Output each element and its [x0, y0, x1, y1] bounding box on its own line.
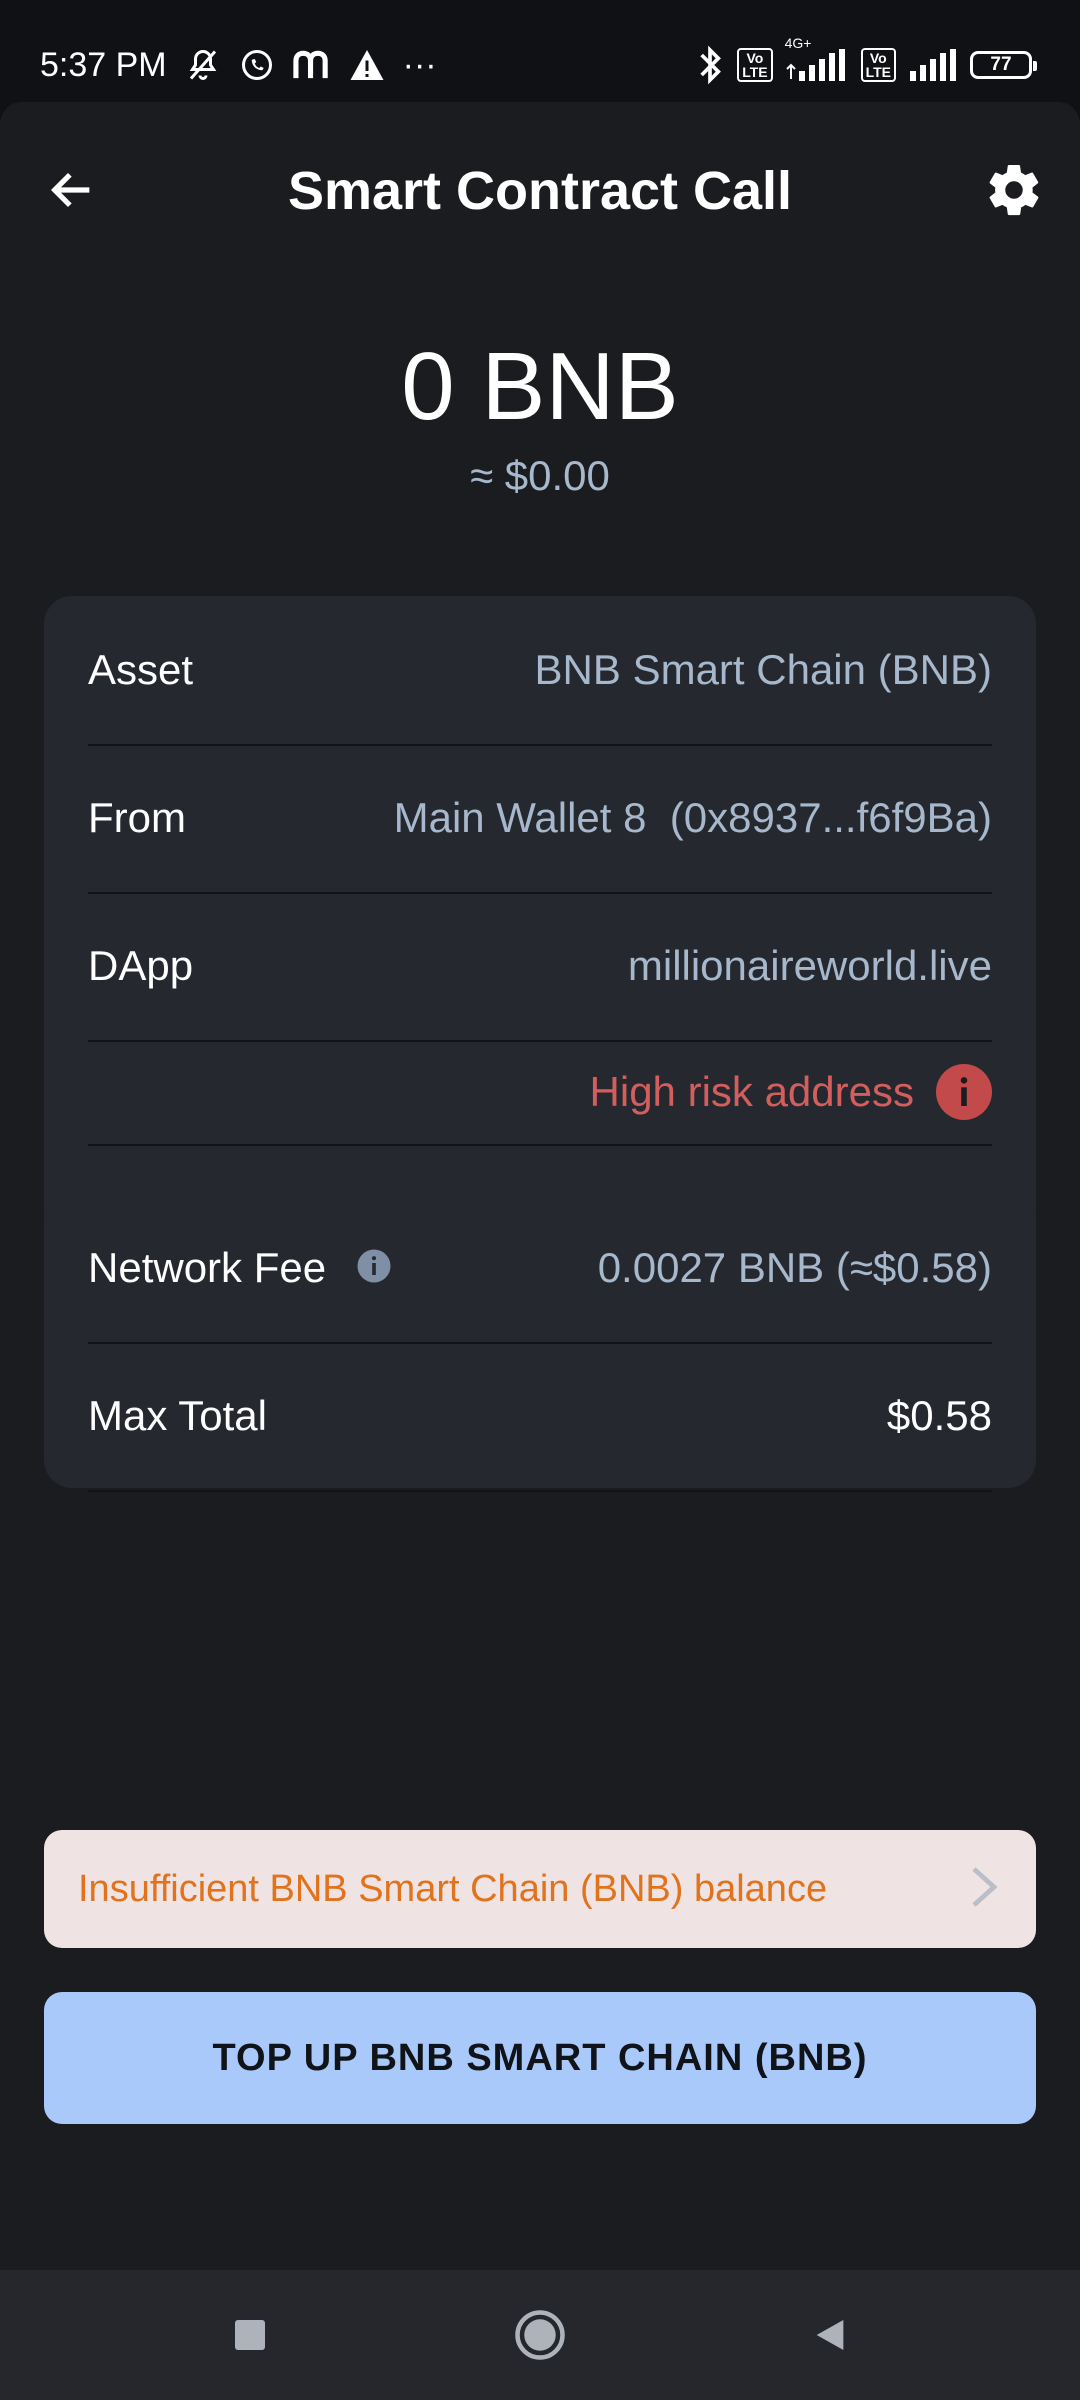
risk-warning-row[interactable]: High risk address — [88, 1040, 992, 1146]
dapp-label: DApp — [88, 942, 194, 989]
insufficient-balance-banner[interactable]: Insufficient BNB Smart Chain (BNB) balan… — [44, 1830, 1036, 1948]
system-nav-bar — [0, 2270, 1080, 2400]
recent-apps-button[interactable] — [220, 2305, 280, 2365]
bluetooth-icon — [695, 45, 725, 85]
network-fee-label-group: Network Fee — [88, 1244, 392, 1292]
from-label: From — [88, 794, 186, 841]
top-up-button[interactable]: TOP UP BNB SMART CHAIN (BNB) — [44, 1992, 1036, 2124]
amount-fiat: ≈ $0.00 — [470, 452, 610, 499]
battery-icon: 77 — [970, 51, 1037, 79]
volte-badge-1: Vo LTE — [737, 48, 773, 82]
dapp-row[interactable]: DApp millionaireworld.live — [88, 892, 992, 1042]
status-bar: 5:37 PM ··· Vo LTE 4G+ Vo LTE 77 — [0, 0, 1080, 102]
asset-value: BNB Smart Chain (BNB) — [534, 646, 992, 693]
max-total-label: Max Total — [88, 1392, 267, 1439]
signal-icon-1: 4G+ — [785, 35, 849, 81]
m-app-icon — [292, 48, 331, 82]
battery-level: 77 — [990, 54, 1012, 75]
bell-muted-icon — [185, 47, 221, 83]
dapp-value: millionaireworld.live — [627, 942, 992, 989]
signal-icon-2 — [908, 49, 958, 81]
from-row: From Main Wallet 8 (0x8937...f6f9Ba) — [88, 744, 992, 894]
network-fee-label: Network Fee — [88, 1244, 327, 1291]
home-circle-icon — [515, 2310, 565, 2360]
risk-warning-text: High risk address — [589, 1068, 914, 1115]
network-type-label: 4G+ — [784, 35, 812, 51]
status-time: 5:37 PM — [40, 45, 167, 84]
network-fee-row: Network Fee 0.0027 BNB (≈$0.58) — [88, 1194, 992, 1344]
header: Smart Contract Call — [0, 102, 1080, 282]
fee-info-icon[interactable] — [356, 1248, 392, 1289]
settings-button[interactable] — [978, 154, 1050, 226]
max-total-row: Max Total $0.58 — [88, 1342, 992, 1492]
asset-row: Asset BNB Smart Chain (BNB) — [88, 596, 992, 746]
status-left: 5:37 PM ··· — [40, 40, 437, 90]
status-overflow: ··· — [402, 45, 437, 84]
square-icon — [235, 2320, 265, 2350]
back-nav-button[interactable] — [800, 2305, 860, 2365]
amount-value: 0 BNB — [401, 333, 679, 440]
from-value: Main Wallet 8 (0x8937...f6f9Ba) — [393, 794, 992, 841]
screen: 5:37 PM ··· Vo LTE 4G+ Vo LTE 77 Smart C… — [0, 0, 1080, 2400]
fee-card: Network Fee 0.0027 BNB (≈$0.58) Max Tota… — [44, 1194, 1036, 1492]
triangle-back-icon — [816, 2320, 844, 2350]
asset-label: Asset — [88, 646, 194, 693]
gear-icon — [989, 164, 1039, 216]
info-icon[interactable] — [936, 1064, 992, 1120]
status-right: Vo LTE 4G+ Vo LTE 77 — [695, 35, 1037, 90]
whatsapp-icon — [239, 47, 275, 83]
insufficient-balance-text: Insufficient BNB Smart Chain (BNB) balan… — [78, 1867, 828, 1910]
home-button[interactable] — [510, 2305, 570, 2365]
network-fee-value: 0.0027 BNB (≈$0.58) — [597, 1244, 992, 1291]
volte-badge-2: Vo LTE — [860, 48, 896, 82]
details-card: Asset BNB Smart Chain (BNB) From Main Wa… — [44, 596, 1036, 1250]
max-total-value: $0.58 — [886, 1392, 992, 1439]
warning-icon — [349, 48, 385, 82]
chevron-right-icon — [966, 1863, 1002, 1916]
page-title: Smart Contract Call — [287, 161, 793, 221]
